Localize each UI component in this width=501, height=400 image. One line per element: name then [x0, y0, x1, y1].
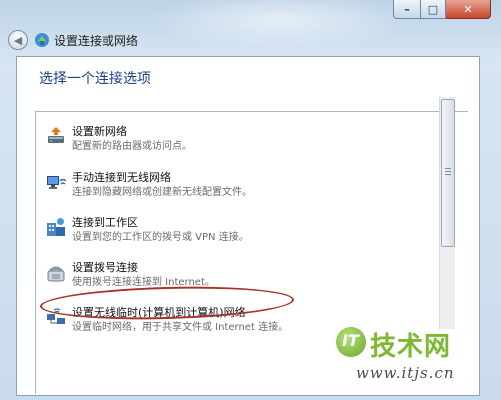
- option-title: 设置新网络: [72, 125, 127, 138]
- wireless-network-icon: [47, 176, 66, 189]
- option-title: 手动连接到无线网络: [72, 171, 171, 184]
- watermark-url: www.itjs.cn: [356, 364, 455, 382]
- frame-glow: [150, 0, 410, 50]
- minimize-button[interactable]: –: [393, 0, 421, 19]
- window-title: 设置连接或网络: [54, 33, 139, 48]
- scroll-grip-line: [445, 171, 451, 172]
- workplace-icon: [47, 218, 65, 236]
- network-setup-icon: [35, 33, 49, 47]
- option-connect-workplace[interactable]: 连接到工作区 设置到您的工作区的拨号或 VPN 连接。: [46, 215, 249, 251]
- watermark-logo-text: IT: [342, 331, 359, 350]
- caption-buttons: – □ ✕: [393, 0, 491, 19]
- watermark-logo: IT: [336, 327, 366, 357]
- option-setup-new-network[interactable]: 设置新网络 配置新的路由器或访问点。: [46, 124, 192, 160]
- scroll-grip-line: [445, 168, 451, 169]
- window-frame: – □ ✕ ◀ 设置连接或网络 选择一个连接选项 设置新网络 配置新的路由器或访…: [0, 0, 501, 400]
- dialup-phone-icon: [47, 266, 65, 282]
- option-title: 连接到工作区: [72, 216, 138, 229]
- option-manual-wireless[interactable]: 手动连接到无线网络 连接到隐藏网络或创建新无线配置文件。: [46, 170, 252, 206]
- option-description: 连接到隐藏网络或创建新无线配置文件。: [72, 187, 252, 198]
- back-arrow-icon: ◀: [13, 33, 23, 47]
- page-heading: 选择一个连接选项: [39, 71, 151, 87]
- option-description: 设置到您的工作区的拨号或 VPN 连接。: [72, 232, 249, 243]
- maximize-button[interactable]: □: [421, 0, 446, 19]
- watermark-name: 技术网: [370, 332, 452, 362]
- wizard-nav-row: ◀ 设置连接或网络: [8, 29, 138, 51]
- back-button[interactable]: ◀: [8, 30, 28, 50]
- close-button[interactable]: ✕: [446, 0, 491, 19]
- scroll-grip-line: [445, 174, 451, 175]
- router-icon: [48, 127, 64, 143]
- scrollbar-thumb[interactable]: [441, 99, 455, 247]
- option-title: 设置拨号连接: [72, 261, 138, 274]
- option-description: 配置新的路由器或访问点。: [72, 141, 192, 152]
- option-description: 设置临时网络，用于共享文件或 Internet 连接。: [72, 322, 289, 333]
- vertical-scrollbar[interactable]: [439, 97, 455, 329]
